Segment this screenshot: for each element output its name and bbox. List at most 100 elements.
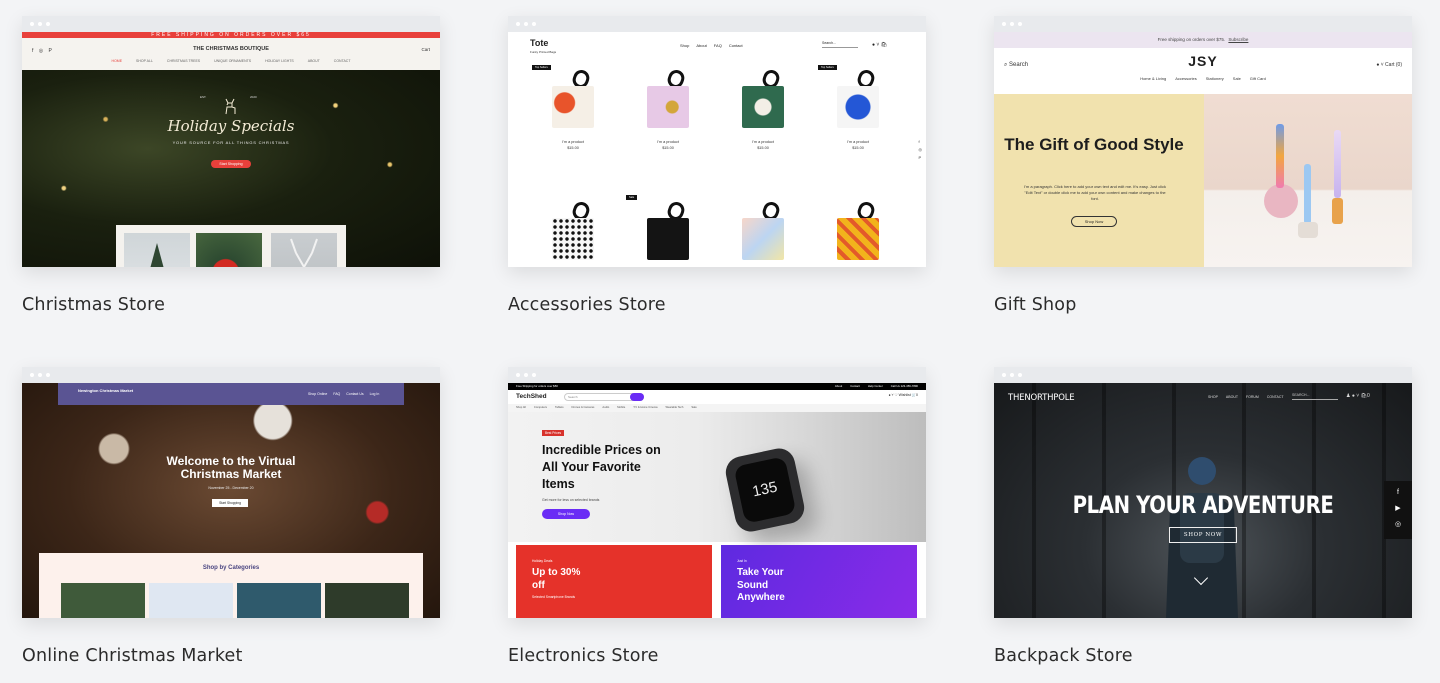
template-preview[interactable]: THENORTHPOLE SHOP ABOUT FORUM CONTACT SE… bbox=[994, 367, 1412, 618]
category-item: T.V & Home Cinema bbox=[633, 406, 658, 409]
start-shopping-button: Start Shopping bbox=[212, 499, 248, 507]
hero-image: THENORTHPOLE SHOP ABOUT FORUM CONTACT SE… bbox=[994, 383, 1412, 618]
nav-item: Sale bbox=[1232, 76, 1241, 81]
promo-tile-deals: Holiday Deals Up to 30% off Selected Sma… bbox=[516, 545, 712, 618]
top-bar: Free Shipping for orders over $50 About … bbox=[508, 383, 926, 390]
hero-title: Welcome to the Virtual Christmas Market bbox=[166, 454, 296, 481]
product-price: $15.00 bbox=[757, 146, 769, 150]
category-tile bbox=[61, 583, 145, 618]
template-card-online-christmas-market[interactable]: Newington Christmas Market Shop Online F… bbox=[22, 367, 440, 666]
facebook-icon: f bbox=[1397, 489, 1399, 496]
nav-item: Gift Card bbox=[1249, 76, 1266, 81]
est-label: EST. bbox=[200, 95, 207, 99]
site-logo: JSY bbox=[1188, 53, 1218, 69]
site-header: ⌕ Search JSY Home & Living Accessories S… bbox=[994, 48, 1412, 94]
hero-image: Newington Christmas Market Shop Online F… bbox=[22, 383, 440, 618]
browser-bar bbox=[994, 367, 1412, 383]
nav-item: FORUM bbox=[1245, 395, 1259, 399]
category-item: Shop All bbox=[516, 406, 526, 409]
nav-item: Shop bbox=[680, 43, 690, 48]
template-preview[interactable]: Tote Funky Printed Bags Shop About FAQ C… bbox=[508, 16, 926, 267]
shipping-note: Free Shipping for orders over $50 bbox=[516, 384, 558, 388]
nav-item: Contact Us bbox=[346, 392, 364, 396]
candles-image bbox=[1204, 94, 1412, 267]
account-cart-icons: ● ˅ 🛍 bbox=[872, 42, 888, 48]
nav-item: Stationery bbox=[1205, 76, 1224, 81]
category-item: Tablets bbox=[555, 406, 564, 409]
site-header: f ◎ P THE CHRISTMAS BOUTIQUE Cart HOME S… bbox=[22, 38, 440, 70]
hero-image: EST. 2020 Holiday Specials YOUR SOURCE F… bbox=[22, 70, 440, 267]
nav-item: ABOUT bbox=[307, 59, 320, 63]
site-nav: SHOP ABOUT FORUM CONTACT bbox=[1208, 395, 1283, 399]
promo-title: Up to 30% off bbox=[532, 567, 581, 591]
search-placeholder: Search bbox=[568, 395, 578, 399]
template-preview[interactable]: FREE SHIPPING ON ORDERS OVER $65 f ◎ P T… bbox=[22, 16, 440, 267]
template-preview[interactable]: Free Shipping for orders over $50 About … bbox=[508, 367, 926, 618]
search-field: Search bbox=[564, 393, 644, 401]
site-header: Tote Funky Printed Bags Shop About FAQ C… bbox=[508, 32, 926, 62]
category-item: Sale bbox=[691, 406, 697, 409]
template-card-christmas-store[interactable]: FREE SHIPPING ON ORDERS OVER $65 f ◎ P T… bbox=[22, 16, 440, 315]
template-title[interactable]: Backpack Store bbox=[994, 646, 1412, 666]
category-tile bbox=[237, 583, 321, 618]
promo-subtitle: Selected Smartphone Brands bbox=[532, 595, 576, 599]
product-name: I'm a product bbox=[752, 140, 774, 144]
product-name: I'm a product bbox=[847, 140, 869, 144]
promo-tile-audio: Just In Take Your Sound Anywhere bbox=[721, 545, 917, 618]
promo-label: Just In bbox=[737, 559, 747, 563]
category-item: Drones & Cameras bbox=[571, 406, 595, 409]
nav-item: CONTACT bbox=[333, 59, 351, 63]
shop-now-button: Shop Now bbox=[1071, 216, 1117, 227]
template-preview[interactable]: Newington Christmas Market Shop Online F… bbox=[22, 367, 440, 618]
hero-subtitle: Get more for less on selected brands bbox=[542, 498, 600, 502]
template-title[interactable]: Christmas Store bbox=[22, 295, 440, 315]
nav-item: Log In bbox=[369, 392, 380, 396]
site-header: Newington Christmas Market Shop Online F… bbox=[58, 383, 404, 405]
browser-bar bbox=[508, 367, 926, 383]
template-card-backpack-store[interactable]: THENORTHPOLE SHOP ABOUT FORUM CONTACT SE… bbox=[994, 367, 1412, 666]
template-card-accessories-store[interactable]: Tote Funky Printed Bags Shop About FAQ C… bbox=[508, 16, 926, 315]
hero-title: PLAN YOUR ADVENTURE bbox=[1072, 491, 1334, 519]
hero-banner: Best Prices Incredible Prices on All You… bbox=[508, 412, 926, 542]
smartwatch-image: 135 bbox=[722, 445, 808, 535]
year-label: 2020 bbox=[250, 95, 257, 99]
event-date: November 25 - December 20 bbox=[208, 486, 254, 490]
nav-item: About bbox=[696, 43, 707, 48]
template-title[interactable]: Accessories Store bbox=[508, 295, 926, 315]
search-field: SEARCH... bbox=[1292, 393, 1338, 400]
site-header: TechShed Search ● ˅ ♡ Wishlist 🛒0 bbox=[508, 390, 926, 404]
categories-title: Shop by Categories bbox=[202, 565, 260, 571]
template-card-gift-shop[interactable]: Free shipping on orders over $75. Subscr… bbox=[994, 16, 1412, 315]
watch-face: 135 bbox=[733, 456, 797, 524]
template-card-electronics-store[interactable]: Free Shipping for orders over $50 About … bbox=[508, 367, 926, 666]
instagram-icon: ◎ bbox=[1394, 521, 1402, 528]
browser-bar bbox=[994, 16, 1412, 32]
nav-item: Contact bbox=[728, 43, 743, 48]
site-logo: THENORTHPOLE bbox=[1008, 393, 1075, 403]
template-title[interactable]: Gift Shop bbox=[994, 295, 1412, 315]
product-item bbox=[827, 199, 889, 260]
top-link: Call Us 123-456-7890 bbox=[890, 384, 918, 388]
nav-item: SHOP ALL bbox=[136, 59, 153, 63]
product-item: I'm a product $15.00 bbox=[732, 67, 794, 150]
product-panel bbox=[116, 225, 346, 267]
category-nav: Shop All Computers Tablets Drones & Came… bbox=[508, 404, 926, 412]
promo-label: Holiday Deals bbox=[532, 559, 553, 563]
categories-panel: Shop by Categories bbox=[39, 553, 423, 618]
top-link: Contact bbox=[850, 384, 860, 388]
account-wishlist-cart: ● ˅ ♡ Wishlist 🛒0 bbox=[888, 393, 918, 397]
hero-paragraph: I'm a paragraph. Click here to add your … bbox=[1024, 184, 1166, 201]
promo-banner: Free shipping on orders over $75. Subscr… bbox=[994, 32, 1412, 48]
nav-item: HOLIDAY LIGHTS bbox=[265, 59, 294, 63]
cart-link: Cart bbox=[421, 47, 430, 52]
product-item bbox=[542, 199, 604, 260]
start-shopping-button: Start Shopping bbox=[211, 160, 251, 168]
search-button bbox=[630, 393, 644, 401]
template-preview[interactable]: Free shipping on orders over $75. Subscr… bbox=[994, 16, 1412, 267]
browser-bar bbox=[508, 16, 926, 32]
template-title[interactable]: Online Christmas Market bbox=[22, 646, 440, 666]
hero-text-panel: The Gift of Good Style I'm a paragraph. … bbox=[994, 94, 1204, 267]
category-tile bbox=[325, 583, 409, 618]
template-title[interactable]: Electronics Store bbox=[508, 646, 926, 666]
shop-now-button: SHOP NOW bbox=[1169, 527, 1237, 543]
